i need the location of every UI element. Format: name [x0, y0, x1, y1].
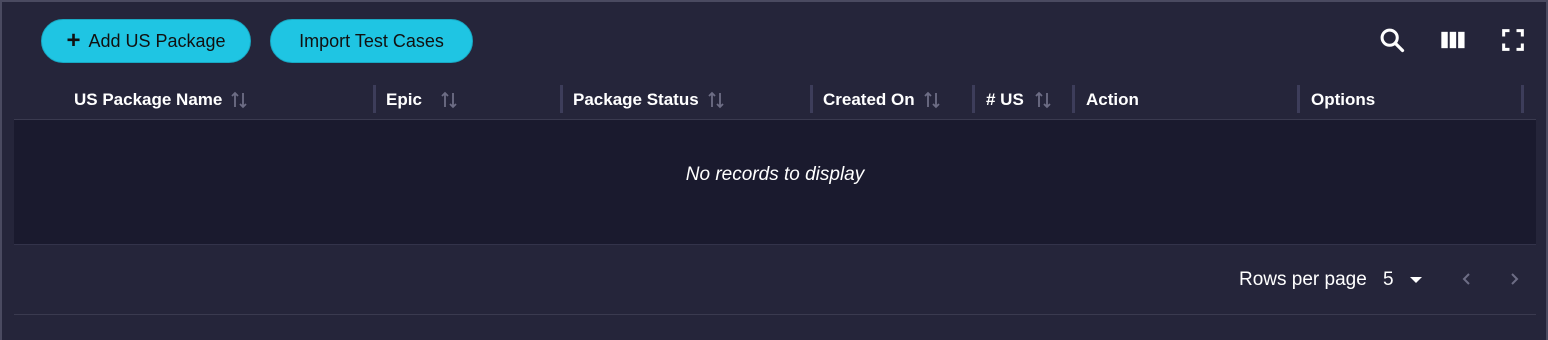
- column-label: Created On: [823, 90, 915, 109]
- previous-page-button[interactable]: [1456, 268, 1478, 290]
- column-resizer[interactable]: [560, 85, 563, 113]
- column-header-us-package-name[interactable]: US Package Name: [74, 80, 248, 120]
- sort-icon[interactable]: [923, 90, 941, 110]
- fullscreen-icon[interactable]: [1499, 26, 1527, 54]
- sort-icon[interactable]: [440, 90, 458, 110]
- column-header-created-on[interactable]: Created On: [823, 80, 941, 120]
- rows-per-page-select[interactable]: 5: [1383, 269, 1394, 291]
- column-resizer[interactable]: [1072, 85, 1075, 113]
- sort-icon[interactable]: [230, 90, 248, 110]
- sort-icon[interactable]: [1034, 90, 1052, 110]
- column-resizer[interactable]: [1521, 85, 1524, 113]
- column-label: # US: [986, 90, 1024, 109]
- table-pagination: Rows per page 5: [14, 246, 1536, 315]
- column-resizer[interactable]: [1297, 85, 1300, 113]
- column-header-action: Action: [1086, 80, 1139, 120]
- column-resizer[interactable]: [972, 85, 975, 113]
- rows-per-page-label: Rows per page: [1239, 269, 1367, 290]
- chevron-down-icon[interactable]: [1406, 270, 1426, 290]
- column-header-epic[interactable]: Epic: [386, 80, 458, 120]
- sort-icon[interactable]: [707, 90, 725, 110]
- import-test-cases-button[interactable]: Import Test Cases: [270, 19, 473, 63]
- column-label: Package Status: [573, 90, 699, 109]
- table-header: US Package Name Epic Package Status Crea…: [14, 80, 1536, 120]
- column-header-options: Options: [1311, 80, 1375, 120]
- columns-icon[interactable]: [1439, 26, 1467, 54]
- column-resizer[interactable]: [373, 85, 376, 113]
- column-label: Epic: [386, 90, 422, 109]
- column-label: US Package Name: [74, 90, 223, 109]
- table-container: + Add US Package Import Test Cases US Pa…: [0, 0, 1548, 340]
- next-page-button[interactable]: [1503, 268, 1525, 290]
- add-us-package-button[interactable]: + Add US Package: [41, 19, 251, 63]
- column-header-package-status[interactable]: Package Status: [573, 80, 725, 120]
- plus-icon: +: [66, 27, 81, 54]
- table-toolbar: + Add US Package Import Test Cases: [14, 2, 1536, 80]
- search-icon[interactable]: [1378, 26, 1406, 54]
- empty-message: No records to display: [685, 164, 865, 185]
- table-body: No records to display: [14, 120, 1536, 245]
- column-resizer[interactable]: [810, 85, 813, 113]
- column-label: Options: [1311, 90, 1376, 109]
- add-us-package-label: Add US Package: [88, 30, 226, 51]
- import-test-cases-label: Import Test Cases: [299, 30, 444, 51]
- column-label: Action: [1086, 90, 1139, 109]
- column-header-us-count[interactable]: # US: [986, 80, 1052, 120]
